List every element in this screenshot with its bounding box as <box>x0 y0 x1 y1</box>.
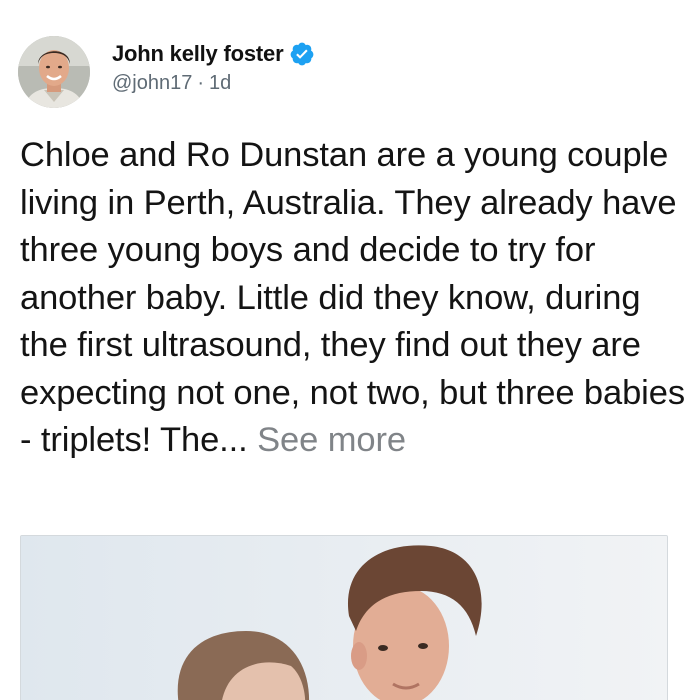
see-more-link[interactable]: See more <box>257 421 406 459</box>
post-body: Chloe and Ro Dunstan are a young couple … <box>20 132 692 465</box>
separator-dot: · <box>197 72 205 94</box>
photo-image <box>21 536 667 700</box>
author-avatar[interactable] <box>18 36 90 108</box>
avatar-photo-icon <box>18 36 90 108</box>
post-media-photo[interactable] <box>20 535 668 700</box>
author-display-name[interactable]: John kelly foster <box>112 41 284 67</box>
post-card: John kelly foster @john17 · 1d Chloe and R… <box>0 0 700 700</box>
author-handle-row: @john17 · 1d <box>112 72 315 95</box>
author-name-row: John kelly foster <box>112 40 315 68</box>
post-header: John kelly foster @john17 · 1d <box>18 36 315 108</box>
author-meta: John kelly foster @john17 · 1d <box>112 40 315 95</box>
author-handle[interactable]: @john17 <box>112 72 192 94</box>
post-timestamp[interactable]: 1d <box>209 72 231 94</box>
post-body-text: Chloe and Ro Dunstan are a young couple … <box>20 136 685 459</box>
verified-badge-icon <box>289 41 315 67</box>
